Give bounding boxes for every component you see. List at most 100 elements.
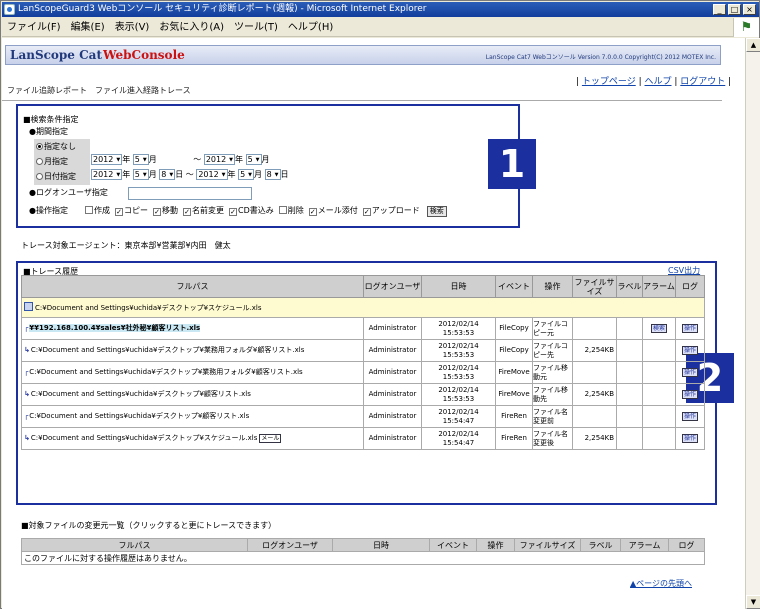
page-top-link[interactable]: ▲ページの先頭へ xyxy=(630,578,692,589)
menu-tools[interactable]: ツール(T) xyxy=(229,18,283,37)
webconsole-logo: WebConsole xyxy=(103,48,185,62)
alarm-search-button[interactable]: 検索 xyxy=(650,324,667,333)
minimize-button[interactable]: _ xyxy=(713,4,726,15)
log-operation-button[interactable]: 操作 xyxy=(681,346,698,355)
checkbox-box[interactable] xyxy=(362,208,371,216)
menu-favorites[interactable]: お気に入り(A) xyxy=(154,18,229,37)
op-checkbox-label: コピー xyxy=(124,206,148,215)
trace-path-cell: ↳C:¥Document and Settings¥uchida¥デスクトップ¥… xyxy=(21,427,364,450)
radio-day[interactable]: 日付指定 xyxy=(36,170,76,184)
trace-path-cell: ┌¥¥192.168.100.4¥sales¥社外秘¥顧客リスト.xls xyxy=(21,317,364,340)
checkbox-box[interactable] xyxy=(85,206,93,214)
close-button[interactable]: × xyxy=(743,4,756,15)
table-row[interactable]: C:¥Document and Settings¥uchida¥デスクトップ¥ス… xyxy=(21,297,705,318)
trace-path-cell: ┌C:¥Document and Settings¥uchida¥デスクトップ¥… xyxy=(21,361,364,384)
scroll-down-icon[interactable]: ▼ xyxy=(746,595,760,609)
month-select-4[interactable]: 5 xyxy=(238,169,255,180)
divider xyxy=(2,100,722,101)
maximize-button[interactable]: □ xyxy=(728,4,741,15)
unit: 年 xyxy=(227,170,236,179)
trace-path-cell: ↳C:¥Document and Settings¥uchida¥デスクトップ¥… xyxy=(21,383,364,406)
menu-help[interactable]: ヘルプ(H) xyxy=(283,18,338,37)
radio-month[interactable]: 月指定 xyxy=(36,155,68,169)
logon-user-input[interactable] xyxy=(128,187,252,200)
top-page-link[interactable]: トップページ xyxy=(582,77,636,87)
menu-edit[interactable]: 編集(E) xyxy=(66,18,110,37)
op-checkbox-0[interactable]: 作成 xyxy=(85,206,110,215)
table-row[interactable]: ↳C:¥Document and Settings¥uchida¥デスクトップ¥… xyxy=(21,339,705,362)
checkbox-box[interactable] xyxy=(229,208,237,216)
logon-user-label: ●ログオンユーザ指定 xyxy=(29,188,108,197)
table-row[interactable]: ┌¥¥192.168.100.4¥sales¥社外秘¥顧客リスト.xls Admi… xyxy=(21,317,705,340)
changes-col-header: ファイルサイズ xyxy=(514,538,581,552)
menu-view[interactable]: 表示(V) xyxy=(110,18,155,37)
logon-user-cell: Administrator xyxy=(363,361,422,384)
log-operation-button[interactable]: 操作 xyxy=(681,368,698,377)
mail-tag[interactable]: メール xyxy=(259,434,282,443)
size-cell: 2,254KB xyxy=(572,339,617,362)
op-checkbox-7[interactable]: アップロード xyxy=(362,206,420,216)
radio-none[interactable]: 指定なし xyxy=(36,140,76,154)
event-cell: FileCopy xyxy=(495,339,533,362)
day-select-3[interactable]: 8 xyxy=(159,169,176,180)
day-select-4[interactable]: 8 xyxy=(264,169,281,180)
changes-col-header: ログ xyxy=(668,538,705,552)
operation-cell: ファイル移動先 xyxy=(532,383,573,406)
trace-col-header: 操作 xyxy=(532,275,573,298)
year-select-3[interactable]: 2012 xyxy=(91,169,123,180)
unit: 日 xyxy=(280,170,289,179)
datetime-cell: 2012/02/14 15:53:53 xyxy=(421,361,496,384)
year-select-4[interactable]: 2012 xyxy=(196,169,228,180)
table-row[interactable]: ┌C:¥Document and Settings¥uchida¥デスクトップ¥… xyxy=(21,405,705,428)
log-cell: 操作 xyxy=(675,427,705,450)
branch-arrow-icon: ↳ xyxy=(24,390,30,398)
checkbox-box[interactable] xyxy=(278,206,287,214)
checkbox-box[interactable] xyxy=(153,208,161,216)
log-cell: 操作 xyxy=(675,339,705,362)
help-link[interactable]: ヘルプ xyxy=(645,77,672,87)
year-select-2[interactable]: 2012 xyxy=(203,154,236,165)
unit: 年 xyxy=(122,155,131,164)
month-select-2[interactable]: 5 xyxy=(245,154,262,165)
log-cell: 操作 xyxy=(675,361,705,384)
checkbox-box[interactable] xyxy=(308,208,317,216)
op-checkbox-3[interactable]: 名前変更 xyxy=(183,206,224,216)
month-select-3[interactable]: 5 xyxy=(132,169,149,180)
checkbox-box[interactable] xyxy=(183,208,191,216)
event-cell: FileCopy xyxy=(495,317,533,340)
menu-file[interactable]: ファイル(F) xyxy=(2,18,66,37)
op-checkbox-4[interactable]: CD書込み xyxy=(229,206,274,216)
op-checkbox-1[interactable]: コピー xyxy=(115,206,148,216)
table-row[interactable]: ↳C:¥Document and Settings¥uchida¥デスクトップ¥… xyxy=(21,383,705,406)
vertical-scrollbar[interactable]: ▲ ▼ xyxy=(745,38,760,609)
log-operation-button[interactable]: 操作 xyxy=(681,390,698,399)
changes-col-header: フルパス xyxy=(21,538,248,552)
op-checkbox-6[interactable]: メール添付 xyxy=(308,206,358,216)
date-text: 2012/02/14 xyxy=(438,407,479,416)
table-row[interactable]: ┌C:¥Document and Settings¥uchida¥デスクトップ¥… xyxy=(21,361,705,384)
time-text: 15:53:53 xyxy=(442,394,475,403)
log-operation-button[interactable]: 操作 xyxy=(681,324,698,333)
scroll-up-icon[interactable]: ▲ xyxy=(746,38,760,52)
window-title: LanScopeGuard3 Webコンソール セキュリティ診断レポート(週報)… xyxy=(18,4,427,14)
year-select-1[interactable]: 2012 xyxy=(91,154,123,165)
log-operation-button[interactable]: 操作 xyxy=(681,434,698,443)
unit: 月 xyxy=(254,170,263,179)
search-button[interactable]: 検索 xyxy=(426,206,447,217)
op-checkbox-5[interactable]: 削除 xyxy=(278,206,304,215)
table-row[interactable]: ↳C:¥Document and Settings¥uchida¥デスクトップ¥… xyxy=(21,427,705,450)
radio-month-label: 月指定 xyxy=(44,157,68,166)
radio-dot xyxy=(36,143,43,150)
top-links: | トップページ | ヘルプ | ログアウト | xyxy=(576,77,732,87)
logout-link[interactable]: ログアウト xyxy=(680,77,725,87)
month-select-1[interactable]: 5 xyxy=(132,154,149,165)
period-label: ●期間指定 xyxy=(29,127,68,136)
checkbox-box[interactable] xyxy=(115,208,123,216)
label-cell xyxy=(616,427,643,450)
tilde: ～ xyxy=(185,170,194,179)
op-checkbox-2[interactable]: 移動 xyxy=(153,206,178,216)
log-cell: 操作 xyxy=(675,317,705,340)
radio-none-label: 指定なし xyxy=(44,142,76,151)
log-operation-button[interactable]: 操作 xyxy=(681,412,698,421)
trace-col-header: 日時 xyxy=(421,275,496,298)
